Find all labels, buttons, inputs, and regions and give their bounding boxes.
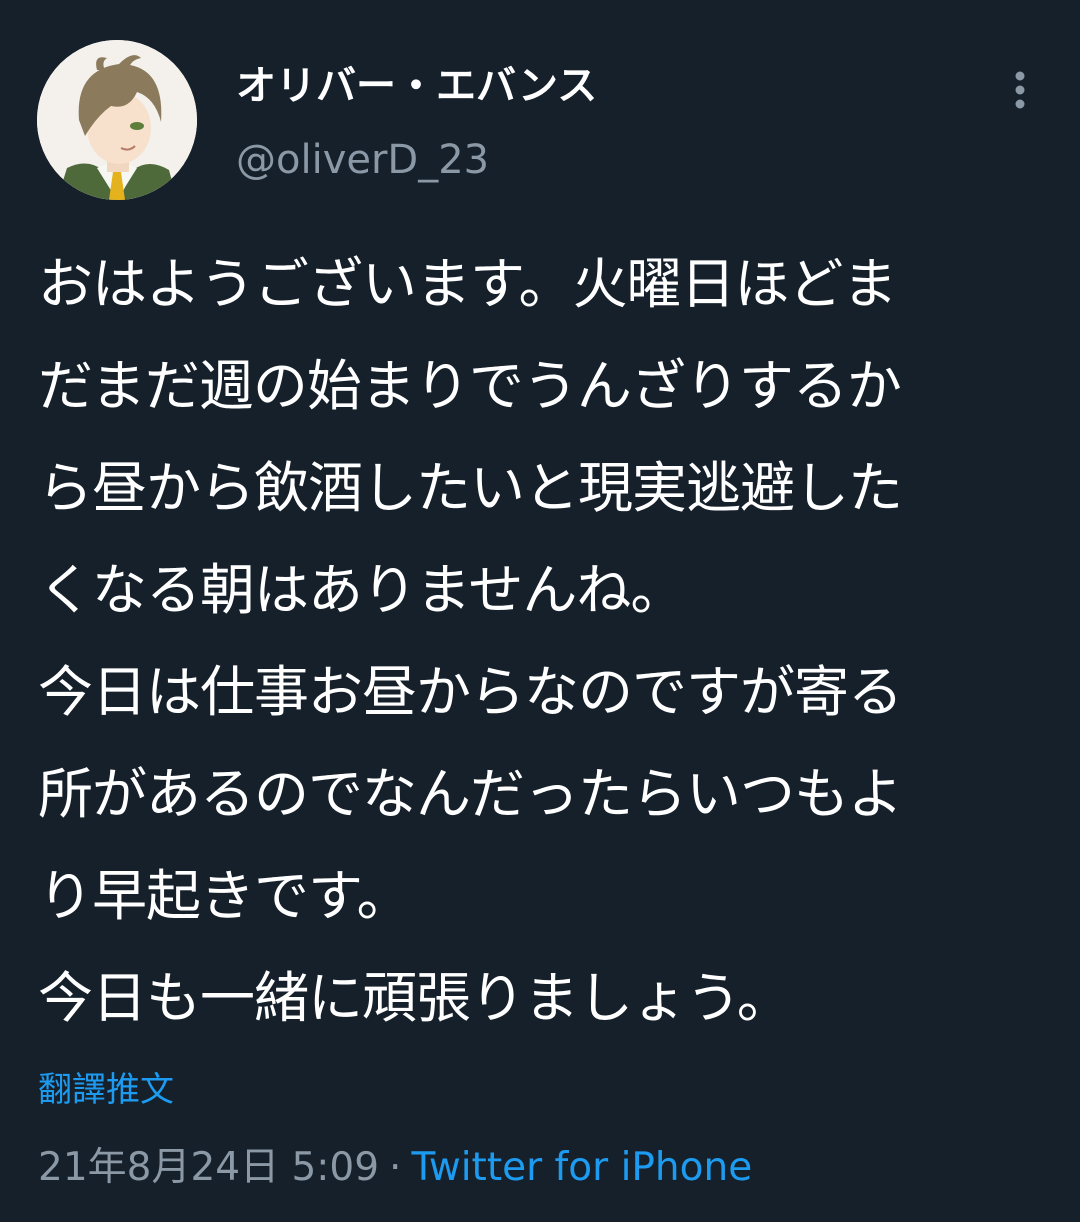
more-vertical-icon <box>1015 71 1025 109</box>
tweet-text: おはようございます。火曜日ほどま だまだ週の始まりでうんざりするか ら昼から飲酒… <box>38 233 1058 1049</box>
avatar-illustration <box>37 40 197 200</box>
tweet-text-line: 今日も一緒に頑張りましょう。 <box>38 966 792 1030</box>
translate-tweet-link[interactable]: 翻譯推文 <box>38 1066 174 1114</box>
tweet-text-line: だまだ週の始まりでうんざりするか <box>38 354 902 418</box>
tweet-text-line: おはようございます。火曜日ほどま <box>38 252 898 316</box>
user-handle[interactable]: @oliverD_23 <box>236 132 489 188</box>
tweet-text-line: り早起きです。 <box>38 864 412 928</box>
tweet-text-line: くなる朝はありませんね。 <box>38 558 685 622</box>
display-name[interactable]: オリバー・エバンス <box>236 58 597 114</box>
tweet-timestamp[interactable]: 21年8月24日 5:09 <box>38 1145 379 1190</box>
tweet-text-line: 今日は仕事お昼からなのですが寄る <box>38 660 903 724</box>
metadata-separator: · <box>389 1145 402 1190</box>
more-options-button[interactable] <box>992 62 1048 118</box>
tweet-text-line: 所があるのでなんだったらいつもよ <box>38 762 903 826</box>
tweet-source-link[interactable]: Twitter for iPhone <box>411 1145 752 1190</box>
tweet-detail: オリバー・エバンス @oliverD_23 おはようございます。火曜日ほどま だ… <box>0 0 1080 1222</box>
tweet-text-line: ら昼から飲酒したいと現実逃避した <box>38 456 903 520</box>
tweet-metadata: 21年8月24日 5:09 · Twitter for iPhone <box>38 1140 752 1196</box>
avatar[interactable] <box>37 40 197 200</box>
